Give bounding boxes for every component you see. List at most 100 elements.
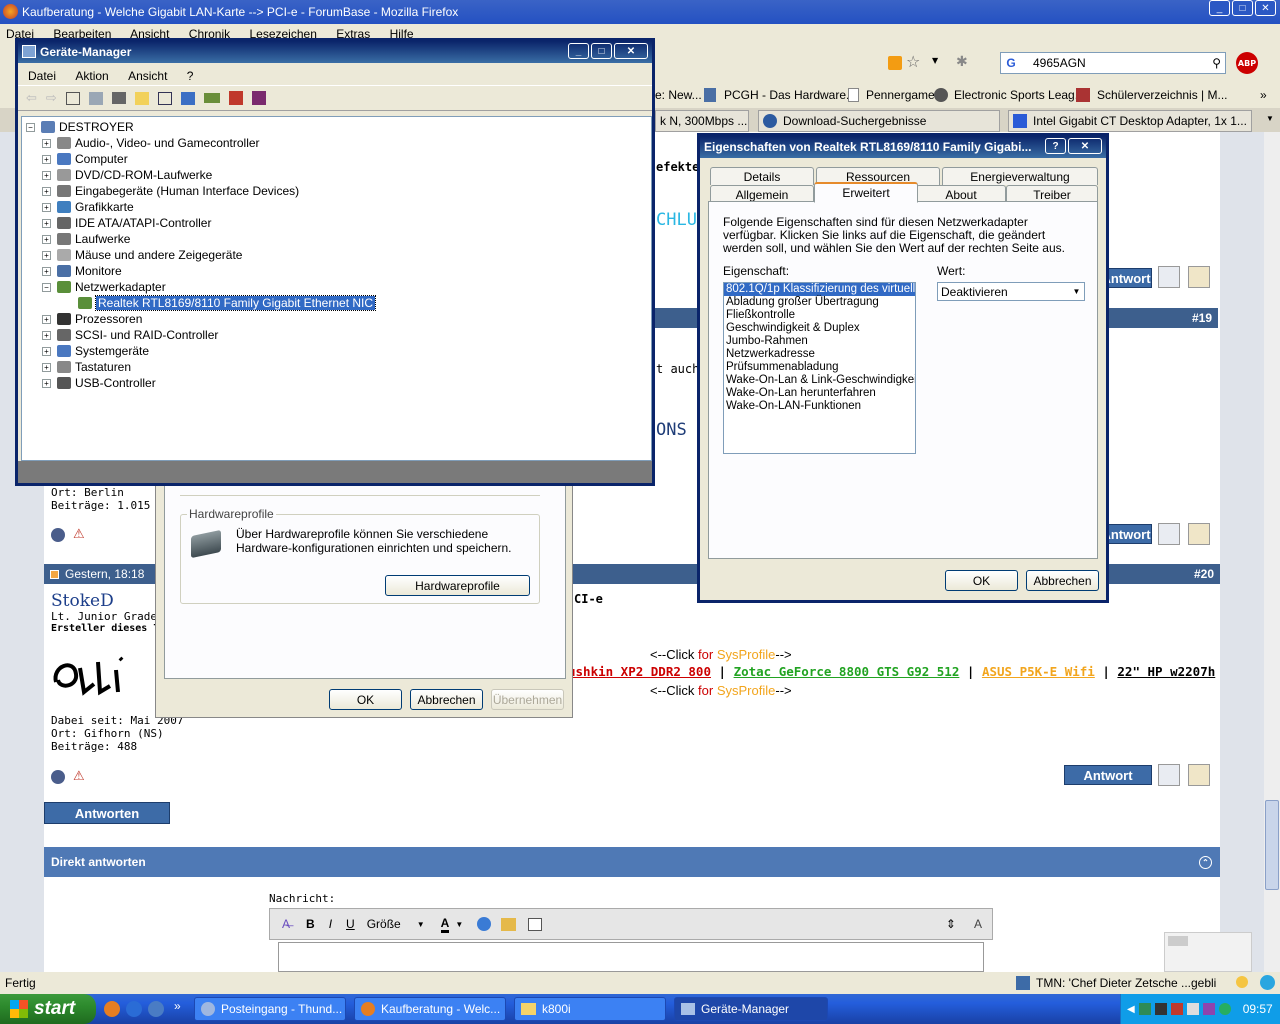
- maximize-icon[interactable]: □: [591, 43, 612, 59]
- edit-icon[interactable]: [1188, 764, 1210, 786]
- collapse-icon[interactable]: ⌃: [1199, 855, 1212, 869]
- expand-icon[interactable]: +: [42, 154, 51, 164]
- tray-icon[interactable]: [1138, 1003, 1151, 1015]
- ok-button[interactable]: OK: [329, 689, 402, 710]
- expand-icon[interactable]: +: [42, 266, 51, 276]
- cancel-button[interactable]: Abbrechen: [410, 689, 483, 710]
- quicklaunch-more-icon[interactable]: »: [174, 999, 181, 1013]
- bookmark-item[interactable]: Schülerverzeichnis | M...: [1097, 88, 1228, 102]
- tray-icon[interactable]: [1186, 1003, 1199, 1015]
- tab-erweitert[interactable]: Erweitert: [814, 182, 918, 203]
- hw-link[interactable]: ASUS P5K-E Wifi: [982, 664, 1095, 679]
- report-icon[interactable]: ⚠: [73, 527, 85, 542]
- tray-icon[interactable]: [1154, 1003, 1167, 1015]
- link-icon[interactable]: [477, 917, 492, 931]
- expand-icon[interactable]: +: [42, 330, 51, 340]
- tree-item-category[interactable]: + DVD/CD-ROM-Laufwerke: [42, 167, 212, 183]
- quicklaunch-firefox-icon[interactable]: [104, 1001, 120, 1017]
- bookmark-item[interactable]: e: New...: [655, 88, 702, 102]
- quote-icon[interactable]: [1158, 266, 1180, 288]
- tree-item-category[interactable]: + IDE ATA/ATAPI-Controller: [42, 215, 211, 231]
- menu-datei[interactable]: Datei: [28, 69, 56, 83]
- cancel-button[interactable]: Abbrechen: [1026, 570, 1099, 591]
- expand-icon[interactable]: +: [42, 362, 51, 372]
- hardwareprofile-button[interactable]: Hardwareprofile: [385, 575, 530, 596]
- chevron-down-icon[interactable]: ▼: [417, 920, 425, 929]
- tree-item-category[interactable]: + Systemgeräte: [42, 343, 149, 359]
- quicklaunch-thunderbird-icon[interactable]: [148, 1001, 164, 1017]
- update-driver-icon[interactable]: [203, 93, 220, 103]
- widget-icon[interactable]: [1168, 936, 1188, 946]
- tree-item-category[interactable]: + SCSI- und RAID-Controller: [42, 327, 218, 343]
- ok-button[interactable]: OK: [945, 570, 1018, 591]
- quicklaunch-ie-icon[interactable]: [126, 1001, 142, 1017]
- property-list-item[interactable]: Wake-On-Lan & Link-Geschwindigkeit H: [724, 374, 915, 387]
- google-icon[interactable]: G: [1001, 56, 1021, 70]
- smiley-icon[interactable]: [1236, 976, 1248, 988]
- properties-icon[interactable]: [88, 91, 103, 105]
- help-icon[interactable]: ?: [1045, 138, 1066, 154]
- help-icon[interactable]: [134, 91, 149, 105]
- chevron-down-icon[interactable]: ▼: [455, 920, 463, 929]
- close-icon[interactable]: ✕: [1068, 138, 1102, 154]
- quote-icon[interactable]: [1158, 523, 1180, 545]
- collapse-icon[interactable]: −: [26, 122, 35, 132]
- back-icon[interactable]: ⇦: [26, 91, 37, 106]
- tray-icon[interactable]: [1202, 1003, 1215, 1015]
- tab-list-arrow-icon[interactable]: ▼: [1266, 114, 1274, 123]
- minimize-icon[interactable]: _: [1209, 0, 1230, 16]
- italic-icon[interactable]: I: [329, 917, 332, 931]
- image-icon[interactable]: [501, 917, 517, 931]
- expand-icon[interactable]: +: [42, 138, 51, 148]
- resize-icon[interactable]: ⇕: [946, 917, 956, 931]
- switch-editor-icon[interactable]: A: [974, 917, 982, 931]
- tree-item-category[interactable]: + Grafikkarte: [42, 199, 134, 215]
- property-list[interactable]: 802.1Q/1p Klassifizierung des virtuellen…: [723, 282, 916, 454]
- tree-item-category[interactable]: − Netzwerkadapter: [42, 279, 166, 295]
- expand-icon[interactable]: +: [42, 218, 51, 228]
- tree-item-device[interactable]: Realtek RTL8169/8110 Family Gigabit Ethe…: [78, 295, 377, 311]
- minimize-icon[interactable]: _: [568, 43, 589, 59]
- tab-details[interactable]: Details: [710, 167, 814, 185]
- bookmark-item[interactable]: PCGH - Das Hardware...: [724, 88, 856, 102]
- expand-icon[interactable]: +: [42, 234, 51, 244]
- adblock-icon[interactable]: ABP: [1236, 52, 1258, 74]
- tray-arrow-icon[interactable]: ◀: [1127, 1004, 1135, 1015]
- maximize-icon[interactable]: □: [1232, 0, 1253, 16]
- tree-item-category[interactable]: + Tastaturen: [42, 359, 131, 375]
- hw-link[interactable]: ushkin XP2 DDR2 800: [568, 664, 711, 679]
- hw-link[interactable]: Zotac GeForce 8800 GTS G92 512: [734, 664, 960, 679]
- property-list-item[interactable]: Netzwerkadresse: [724, 348, 915, 361]
- close-icon[interactable]: ✕: [1255, 0, 1276, 16]
- chevron-right-icon[interactable]: »: [1260, 88, 1267, 102]
- taskbar-item-folder[interactable]: k800i: [514, 997, 666, 1021]
- menu-help[interactable]: ?: [187, 69, 194, 83]
- tray-icon[interactable]: [1218, 1003, 1231, 1015]
- tree-item-category[interactable]: + Computer: [42, 151, 128, 167]
- tree-item-category[interactable]: + Eingabegeräte (Human Interface Devices): [42, 183, 299, 199]
- property-list-item[interactable]: Abladung großer Übertragung: [724, 296, 915, 309]
- font-color-icon[interactable]: A: [440, 916, 450, 933]
- device-tree[interactable]: − DESTROYER + Audio-, Video- und Gamecont…: [21, 116, 652, 461]
- edit-icon[interactable]: [1188, 266, 1210, 288]
- disable-icon[interactable]: [251, 91, 266, 105]
- page-scrollbar[interactable]: [1264, 132, 1280, 972]
- bold-icon[interactable]: B: [306, 917, 315, 931]
- apply-button[interactable]: Übernehmen: [491, 689, 564, 710]
- quote-block-icon[interactable]: [528, 917, 543, 931]
- property-list-item[interactable]: Jumbo-Rahmen: [724, 335, 915, 348]
- scan-hardware-icon[interactable]: [180, 91, 195, 105]
- expand-icon[interactable]: +: [42, 170, 51, 180]
- tree-view-icon[interactable]: [65, 91, 80, 105]
- antworten-button[interactable]: Antworten: [44, 802, 170, 824]
- tree-item-category[interactable]: + Prozessoren: [42, 311, 142, 327]
- value-select[interactable]: Deaktivieren ▼: [937, 282, 1085, 301]
- property-list-item[interactable]: Prüfsummenabladung: [724, 361, 915, 374]
- search-icon[interactable]: ⚲: [1212, 56, 1221, 70]
- bookmark-item[interactable]: Electronic Sports Leag...: [954, 88, 1085, 102]
- tree-item-category[interactable]: + USB-Controller: [42, 375, 156, 391]
- quote-icon[interactable]: [1158, 764, 1180, 786]
- view-icon[interactable]: [157, 91, 172, 105]
- close-icon[interactable]: ✕: [614, 43, 648, 59]
- taskbar-item-firefox[interactable]: Kaufberatung - Welc...: [354, 997, 506, 1021]
